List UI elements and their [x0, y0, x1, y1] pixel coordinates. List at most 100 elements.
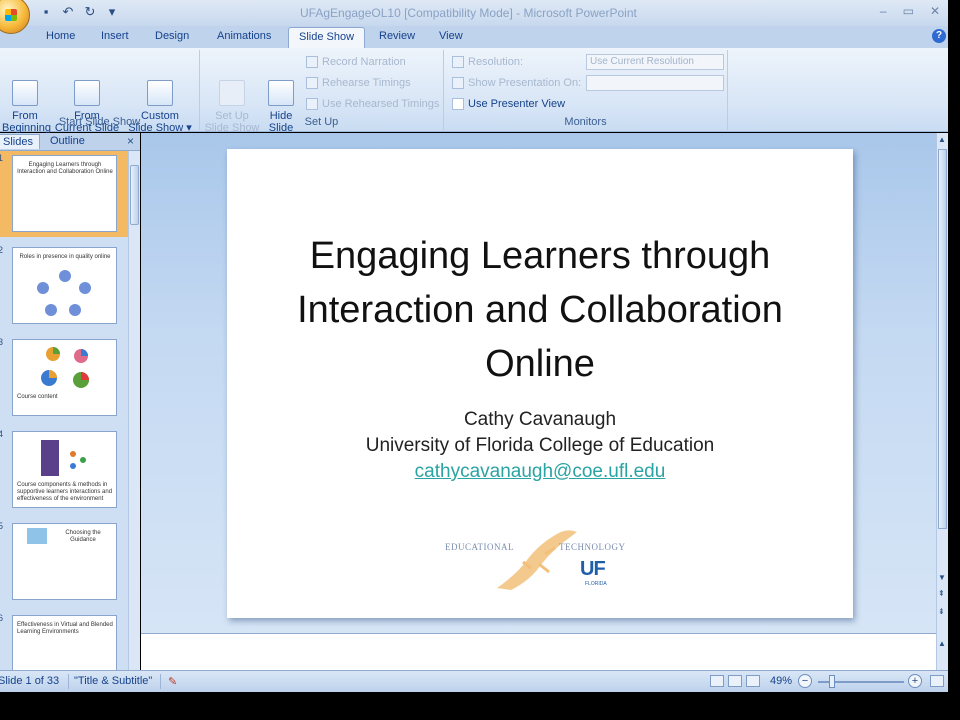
- resolution-label: Resolution:: [468, 56, 524, 68]
- slide-show-view-button[interactable]: [746, 675, 760, 687]
- slide-counter: Slide 1 of 33: [0, 675, 60, 687]
- minimize-button[interactable]: –: [880, 4, 887, 18]
- start-slide-show-group: From Beginning From Current Slide Custom…: [0, 50, 200, 134]
- ribbon-tabs: Home Insert Design Animations Slide Show…: [0, 26, 948, 49]
- scrollbar-thumb[interactable]: [938, 149, 947, 529]
- zoom-in-button[interactable]: +: [908, 674, 922, 688]
- use-presenter-view-item[interactable]: Use Presenter View: [452, 98, 565, 110]
- cycle-diagram-icon: [37, 270, 91, 316]
- set-up-group: Set Up Slide Show Hide Slide Record Narr…: [200, 50, 444, 134]
- close-pane-icon[interactable]: ×: [127, 134, 134, 148]
- thumbnail-number: 1: [0, 153, 4, 163]
- slide-thumbnail-1[interactable]: 1 Engaging Learners through Interaction …: [0, 151, 128, 237]
- pie-charts-icon: [41, 347, 89, 388]
- next-slide-icon[interactable]: ⇟: [938, 607, 945, 616]
- zoom-out-button[interactable]: −: [798, 674, 812, 688]
- zoom-slider-thumb[interactable]: [829, 675, 835, 688]
- thumbnail-list: 1 Engaging Learners through Interaction …: [0, 151, 128, 670]
- thumbnail-text: Effectiveness in Virtual and Blended Lea…: [17, 622, 113, 635]
- author-affiliation: University of Florida College of Educati…: [365, 435, 715, 456]
- spelling-check-icon[interactable]: ✎: [168, 675, 177, 688]
- thumbnail-number: 3: [0, 337, 4, 347]
- author-name: Cathy Cavanaugh: [463, 409, 617, 430]
- thumbnail-number: 6: [0, 613, 4, 623]
- tab-view[interactable]: View: [439, 30, 463, 42]
- slide-thumbnail-2[interactable]: 2 Roles in presence in quality online: [0, 243, 128, 329]
- record-narration-item[interactable]: Record Narration: [306, 56, 406, 68]
- quick-access-toolbar: ▪ ↶ ↻ ▾: [38, 5, 120, 19]
- monitor-icon: [452, 77, 464, 89]
- scroll-up-icon[interactable]: ▲: [938, 135, 946, 144]
- rehearse-timings-item[interactable]: Rehearse Timings: [306, 77, 411, 89]
- monitors-group: Resolution: Use Current Resolution Show …: [444, 50, 728, 130]
- educational-technology-logo: EDUCATIONAL TECHNOLOGY UF FLORIDA: [427, 514, 667, 594]
- thumbnail-text: Course content: [17, 394, 58, 400]
- timer-icon: [306, 77, 318, 89]
- hide-slide-icon: [268, 80, 294, 106]
- status-divider: [68, 674, 69, 689]
- play-from-beginning-icon: [12, 80, 38, 106]
- start-slide-show-label: Start Slide Show: [58, 116, 141, 128]
- tab-home[interactable]: Home: [46, 30, 75, 42]
- tab-design[interactable]: Design: [155, 30, 189, 42]
- tab-slide-show[interactable]: Slide Show: [288, 27, 366, 49]
- maximize-button[interactable]: ▭: [903, 4, 914, 18]
- tab-review[interactable]: Review: [379, 30, 415, 42]
- slides-pane: Slides Outline × 1 Engaging Learners thr…: [0, 133, 140, 670]
- tab-insert[interactable]: Insert: [101, 30, 129, 42]
- fit-to-window-button[interactable]: [930, 675, 944, 687]
- redo-icon[interactable]: ↻: [82, 5, 98, 19]
- monitors-label: Monitors: [564, 116, 607, 128]
- tab-slides[interactable]: Slides: [0, 134, 40, 149]
- current-slide[interactable]: Engaging Learners through Interaction an…: [227, 149, 853, 618]
- thumbnail-text: Course components & methods in supportiv…: [17, 482, 113, 502]
- setup-icon: [219, 80, 245, 106]
- normal-view-button[interactable]: [710, 675, 724, 687]
- set-up-label: Set Up: [304, 116, 339, 128]
- previous-slide-icon[interactable]: ⇞: [938, 589, 945, 598]
- author-email-link[interactable]: cathycavanaugh@coe.ufl.edu: [257, 459, 823, 485]
- notes-pane[interactable]: [141, 633, 936, 670]
- slide-subtitle[interactable]: Cathy Cavanaugh University of Florida Co…: [257, 407, 823, 485]
- help-icon[interactable]: ?: [932, 29, 946, 43]
- thumbnail-picture-icon: [27, 528, 47, 544]
- slide-scrollbar[interactable]: ▲ ▼ ⇞ ⇟ ▲: [936, 133, 948, 670]
- scrollbar-thumb[interactable]: [130, 165, 139, 225]
- use-rehearsed-timings-label: Use Rehearsed Timings: [322, 98, 440, 110]
- pane-tabs: Slides Outline ×: [0, 133, 140, 151]
- scroll-down-icon[interactable]: ▼: [938, 573, 946, 582]
- slide-title[interactable]: Engaging Learners through Interaction an…: [257, 229, 823, 391]
- show-presentation-on-label: Show Presentation On:: [468, 77, 582, 89]
- resolution-item: Resolution:: [452, 56, 523, 68]
- ribbon: From Beginning From Current Slide Custom…: [0, 48, 948, 134]
- thumbnail-image: Choosing the Guidance: [12, 523, 117, 600]
- customize-icon[interactable]: ▾: [104, 5, 120, 19]
- resolution-dropdown[interactable]: Use Current Resolution: [586, 54, 724, 70]
- slide-sorter-view-button[interactable]: [728, 675, 742, 687]
- close-button[interactable]: ✕: [930, 4, 940, 18]
- slide-thumbnail-3[interactable]: 3 Course content: [0, 335, 128, 421]
- uf-logo-text: UF: [580, 558, 606, 580]
- slide-thumbnail-5[interactable]: 5 Choosing the Guidance: [0, 519, 128, 605]
- theme-name: "Title & Subtitle": [74, 675, 153, 687]
- zoom-level[interactable]: 49%: [770, 675, 792, 687]
- save-icon[interactable]: ▪: [38, 5, 54, 19]
- thumbnail-image: Course content: [12, 339, 117, 416]
- microphone-icon: [306, 56, 318, 68]
- undo-icon[interactable]: ↶: [60, 5, 76, 19]
- use-rehearsed-timings-item[interactable]: Use Rehearsed Timings: [306, 98, 439, 110]
- show-presentation-on-dropdown[interactable]: [586, 75, 724, 91]
- tab-outline[interactable]: Outline: [50, 135, 85, 147]
- screen-border-bottom: [0, 692, 960, 720]
- slide-thumbnail-6[interactable]: 6 Effectiveness in Virtual and Blended L…: [0, 611, 128, 670]
- thumbnail-text: Choosing the Guidance: [65, 530, 101, 543]
- status-bar: Slide 1 of 33 "Title & Subtitle" ✎ 49% −…: [0, 670, 948, 692]
- thumbnails-scrollbar[interactable]: [128, 151, 140, 670]
- presenter-view-checkbox[interactable]: [452, 98, 464, 110]
- slide-thumbnail-4[interactable]: 4 Course components & methods in support…: [0, 427, 128, 513]
- tab-animations[interactable]: Animations: [217, 30, 271, 42]
- notes-scroll-up-icon[interactable]: ▲: [938, 639, 946, 648]
- checkbox-icon: [306, 98, 318, 110]
- thumbnail-image: Course components & methods in supportiv…: [12, 431, 117, 508]
- slide-editing-area: Engaging Learners through Interaction an…: [141, 133, 936, 633]
